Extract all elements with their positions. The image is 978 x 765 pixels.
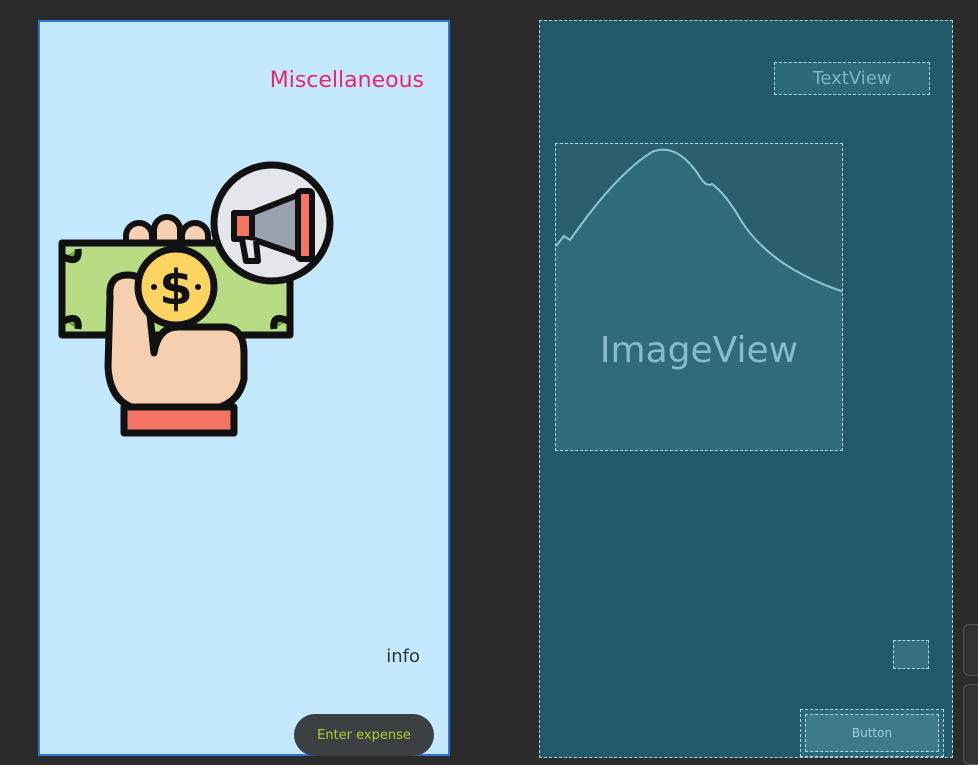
blueprint-textview[interactable]: TextView	[774, 62, 930, 95]
floating-toolbar-edge-secondary[interactable]	[963, 684, 978, 765]
title-textview[interactable]: Miscellaneous	[270, 68, 424, 93]
money-hand-megaphone-icon: $	[58, 161, 334, 437]
blueprint-button-bounds[interactable]: Button	[800, 709, 944, 757]
blueprint-button[interactable]: Button	[805, 714, 939, 752]
svg-text:$: $	[159, 260, 192, 316]
enter-expense-button[interactable]: Enter expense	[294, 714, 434, 756]
info-textview[interactable]: info	[386, 646, 420, 667]
blueprint-imageview-label: ImageView	[599, 330, 799, 371]
hero-image[interactable]: $	[58, 157, 340, 439]
blueprint-imageview[interactable]: ImageView	[555, 143, 843, 451]
blueprint-frame[interactable]: TextView ImageView Button	[539, 20, 953, 758]
mountain-placeholder-icon	[556, 144, 842, 293]
blueprint-info-textview[interactable]	[893, 640, 929, 669]
design-preview-frame[interactable]: Miscellaneous $ info Enter expense	[38, 20, 450, 756]
floating-toolbar-edge[interactable]	[963, 624, 978, 676]
